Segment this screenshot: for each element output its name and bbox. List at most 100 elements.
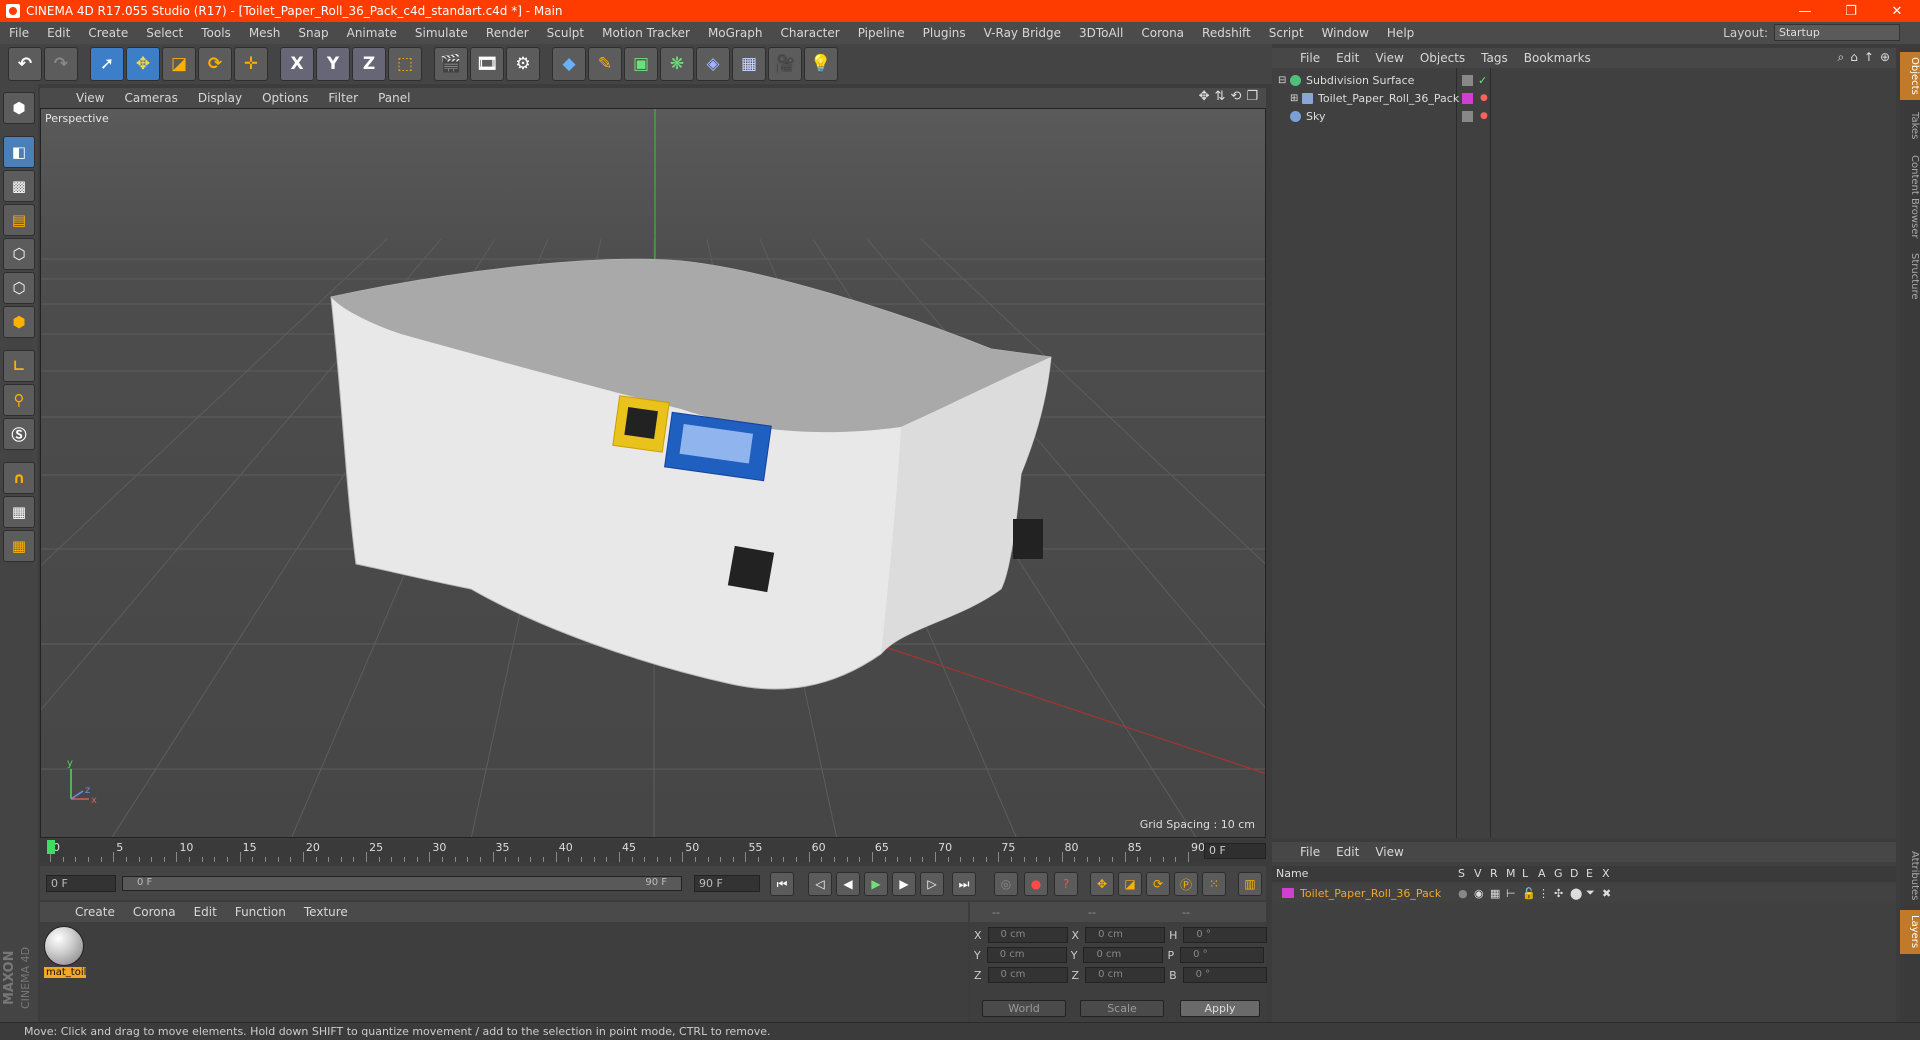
expand-icon[interactable]: ⊞ bbox=[1290, 93, 1302, 104]
timeline-window-icon[interactable]: ▥ bbox=[1238, 872, 1262, 896]
z-axis-lock-button[interactable]: Z bbox=[352, 47, 386, 81]
record-active-icon[interactable]: ● bbox=[1024, 872, 1048, 896]
position-z-field[interactable]: 0 cm bbox=[987, 967, 1068, 983]
xref-toggle-icon[interactable]: ✖ bbox=[1602, 887, 1611, 900]
layermgr-menu-view[interactable]: View bbox=[1367, 845, 1411, 859]
material-menu-corona[interactable]: Corona bbox=[124, 905, 185, 919]
model-mode-icon[interactable]: ◧ bbox=[3, 136, 35, 168]
deformers-toggle-icon[interactable]: ⬤ bbox=[1570, 887, 1582, 900]
manager-toggle-icon[interactable]: ⊢ bbox=[1506, 887, 1516, 900]
tab-objects[interactable]: Objects bbox=[1900, 52, 1920, 100]
rotate-tool-icon[interactable]: ⟳ bbox=[198, 47, 232, 81]
texture-mode-icon[interactable]: ▩ bbox=[3, 170, 35, 202]
close-button[interactable]: ✕ bbox=[1874, 0, 1920, 22]
key-scale-icon[interactable]: ◪ bbox=[1118, 872, 1142, 896]
animation-toggle-icon[interactable]: ⋮ bbox=[1538, 887, 1549, 900]
size-x-field[interactable]: 0 cm bbox=[1085, 927, 1166, 943]
menu-mesh[interactable]: Mesh bbox=[240, 26, 290, 40]
menu-animate[interactable]: Animate bbox=[338, 26, 406, 40]
playhead-marker[interactable] bbox=[47, 840, 55, 854]
key-position-icon[interactable]: ✥ bbox=[1090, 872, 1114, 896]
layout-dropdown[interactable]: Startup bbox=[1774, 24, 1900, 41]
tab-attributes[interactable]: Attributes bbox=[1900, 846, 1920, 906]
coordinate-system-icon[interactable]: ⬚ bbox=[388, 47, 422, 81]
objmgr-menu-edit[interactable]: Edit bbox=[1328, 51, 1367, 65]
layer-tag-icon[interactable] bbox=[1462, 74, 1473, 86]
menu-file[interactable]: File bbox=[0, 26, 38, 40]
viewport-menu-cameras[interactable]: Cameras bbox=[114, 91, 187, 105]
rotation-p-field[interactable]: 0 ° bbox=[1180, 947, 1265, 963]
previous-frame-icon[interactable]: ◀ bbox=[836, 872, 860, 896]
viewport-menu-view[interactable]: View bbox=[66, 91, 114, 105]
layermgr-menu-file[interactable]: File bbox=[1292, 845, 1328, 859]
material-menu-texture[interactable]: Texture bbox=[295, 905, 357, 919]
layer-color-swatch[interactable] bbox=[1282, 888, 1294, 898]
menu-simulate[interactable]: Simulate bbox=[406, 26, 477, 40]
rotation-h-field[interactable]: 0 ° bbox=[1183, 927, 1268, 943]
layer-color-icon[interactable] bbox=[1462, 92, 1473, 104]
generators-toggle-icon[interactable]: ✣ bbox=[1554, 887, 1563, 900]
axis-mode-icon[interactable]: ∟ bbox=[3, 350, 35, 382]
key-parameter-icon[interactable]: Ⓟ bbox=[1174, 872, 1198, 896]
enabled-check-icon[interactable]: ✓ bbox=[1478, 74, 1487, 87]
transform-tool-icon[interactable]: ✛ bbox=[234, 47, 268, 81]
home-icon[interactable]: ⌂ bbox=[1850, 50, 1858, 65]
view-toggle-icon[interactable]: ◉ bbox=[1474, 887, 1484, 900]
current-frame-field[interactable]: 0 F bbox=[1204, 843, 1266, 859]
key-rotation-icon[interactable]: ⟳ bbox=[1146, 872, 1170, 896]
frame-range-slider[interactable]: 0 F 90 F bbox=[122, 876, 682, 891]
tab-content-browser[interactable]: Content Browser bbox=[1900, 152, 1920, 242]
menu-redshift[interactable]: Redshift bbox=[1193, 26, 1260, 40]
spline-pen-icon[interactable]: ✎ bbox=[588, 47, 622, 81]
x-axis-lock-button[interactable]: X bbox=[280, 47, 314, 81]
render-view-icon[interactable]: 🎬 bbox=[434, 47, 468, 81]
objmgr-menu-view[interactable]: View bbox=[1367, 51, 1411, 65]
objmgr-menu-file[interactable]: File bbox=[1292, 51, 1328, 65]
live-selection-icon[interactable]: ➚ bbox=[90, 47, 124, 81]
key-point-level-icon[interactable]: ⁙ bbox=[1202, 872, 1226, 896]
collapse-icon[interactable]: ⊟ bbox=[1278, 75, 1290, 86]
viewport-menu-filter[interactable]: Filter bbox=[318, 91, 368, 105]
light-icon[interactable]: 💡 bbox=[804, 47, 838, 81]
move-tool-icon[interactable]: ✥ bbox=[126, 47, 160, 81]
cube-primitive-icon[interactable]: ◆ bbox=[552, 47, 586, 81]
next-frame-icon[interactable]: ▶ bbox=[892, 872, 916, 896]
rotation-b-field[interactable]: 0 ° bbox=[1182, 967, 1267, 983]
material-menu-create[interactable]: Create bbox=[66, 905, 124, 919]
menu-create[interactable]: Create bbox=[79, 26, 137, 40]
start-frame-field[interactable]: 0 F bbox=[46, 875, 116, 892]
magnet-icon[interactable]: ∩ bbox=[3, 462, 35, 494]
dolly-view-icon[interactable]: ⇅ bbox=[1215, 89, 1226, 104]
mograph-cloner-icon[interactable]: ❋ bbox=[660, 47, 694, 81]
position-x-field[interactable]: 0 cm bbox=[987, 927, 1068, 943]
deformer-icon[interactable]: ◈ bbox=[696, 47, 730, 81]
size-y-field[interactable]: 0 cm bbox=[1083, 947, 1164, 963]
minimize-button[interactable]: — bbox=[1782, 0, 1828, 22]
camera-icon[interactable]: 🎥 bbox=[768, 47, 802, 81]
edges-mode-icon[interactable]: ⬡ bbox=[3, 272, 35, 304]
object-row-toilet-paper-pack[interactable]: ⊞ Toilet_Paper_Roll_36_Pack ● bbox=[1272, 88, 1896, 108]
coordinate-space-dropdown[interactable]: World bbox=[982, 1000, 1066, 1017]
new-view-icon[interactable]: ⊕ bbox=[1880, 50, 1890, 65]
maximize-button[interactable]: ❐ bbox=[1828, 0, 1874, 22]
menu-window[interactable]: Window bbox=[1313, 26, 1378, 40]
perspective-viewport[interactable]: Perspective y z x Grid Spacing: 10 cm bbox=[40, 108, 1266, 838]
undo-icon[interactable]: ↶ bbox=[8, 47, 42, 81]
scale-tool-icon[interactable]: ◪ bbox=[162, 47, 196, 81]
up-arrow-icon[interactable]: ↑ bbox=[1864, 50, 1874, 65]
lock-toggle-icon[interactable]: 🔓 bbox=[1522, 887, 1536, 900]
workplane-lock-icon[interactable]: ▦ bbox=[3, 496, 35, 528]
menu-3dtoall[interactable]: 3DToAll bbox=[1070, 26, 1132, 40]
end-frame-field[interactable]: 90 F bbox=[694, 875, 760, 892]
size-z-field[interactable]: 0 cm bbox=[1085, 967, 1166, 983]
menu-character[interactable]: Character bbox=[771, 26, 848, 40]
make-editable-icon[interactable]: ⬢ bbox=[3, 92, 35, 124]
edit-render-settings-icon[interactable]: ⚙ bbox=[506, 47, 540, 81]
previous-key-icon[interactable]: ◁ bbox=[808, 872, 832, 896]
points-mode-icon[interactable]: ⬡ bbox=[3, 238, 35, 270]
layermgr-menu-edit[interactable]: Edit bbox=[1328, 845, 1367, 859]
toggle-views-icon[interactable]: ❐ bbox=[1246, 89, 1258, 104]
menu-plugins[interactable]: Plugins bbox=[914, 26, 975, 40]
solo-toggle-icon[interactable]: ● bbox=[1458, 887, 1468, 900]
pan-view-icon[interactable]: ✥ bbox=[1199, 89, 1210, 104]
